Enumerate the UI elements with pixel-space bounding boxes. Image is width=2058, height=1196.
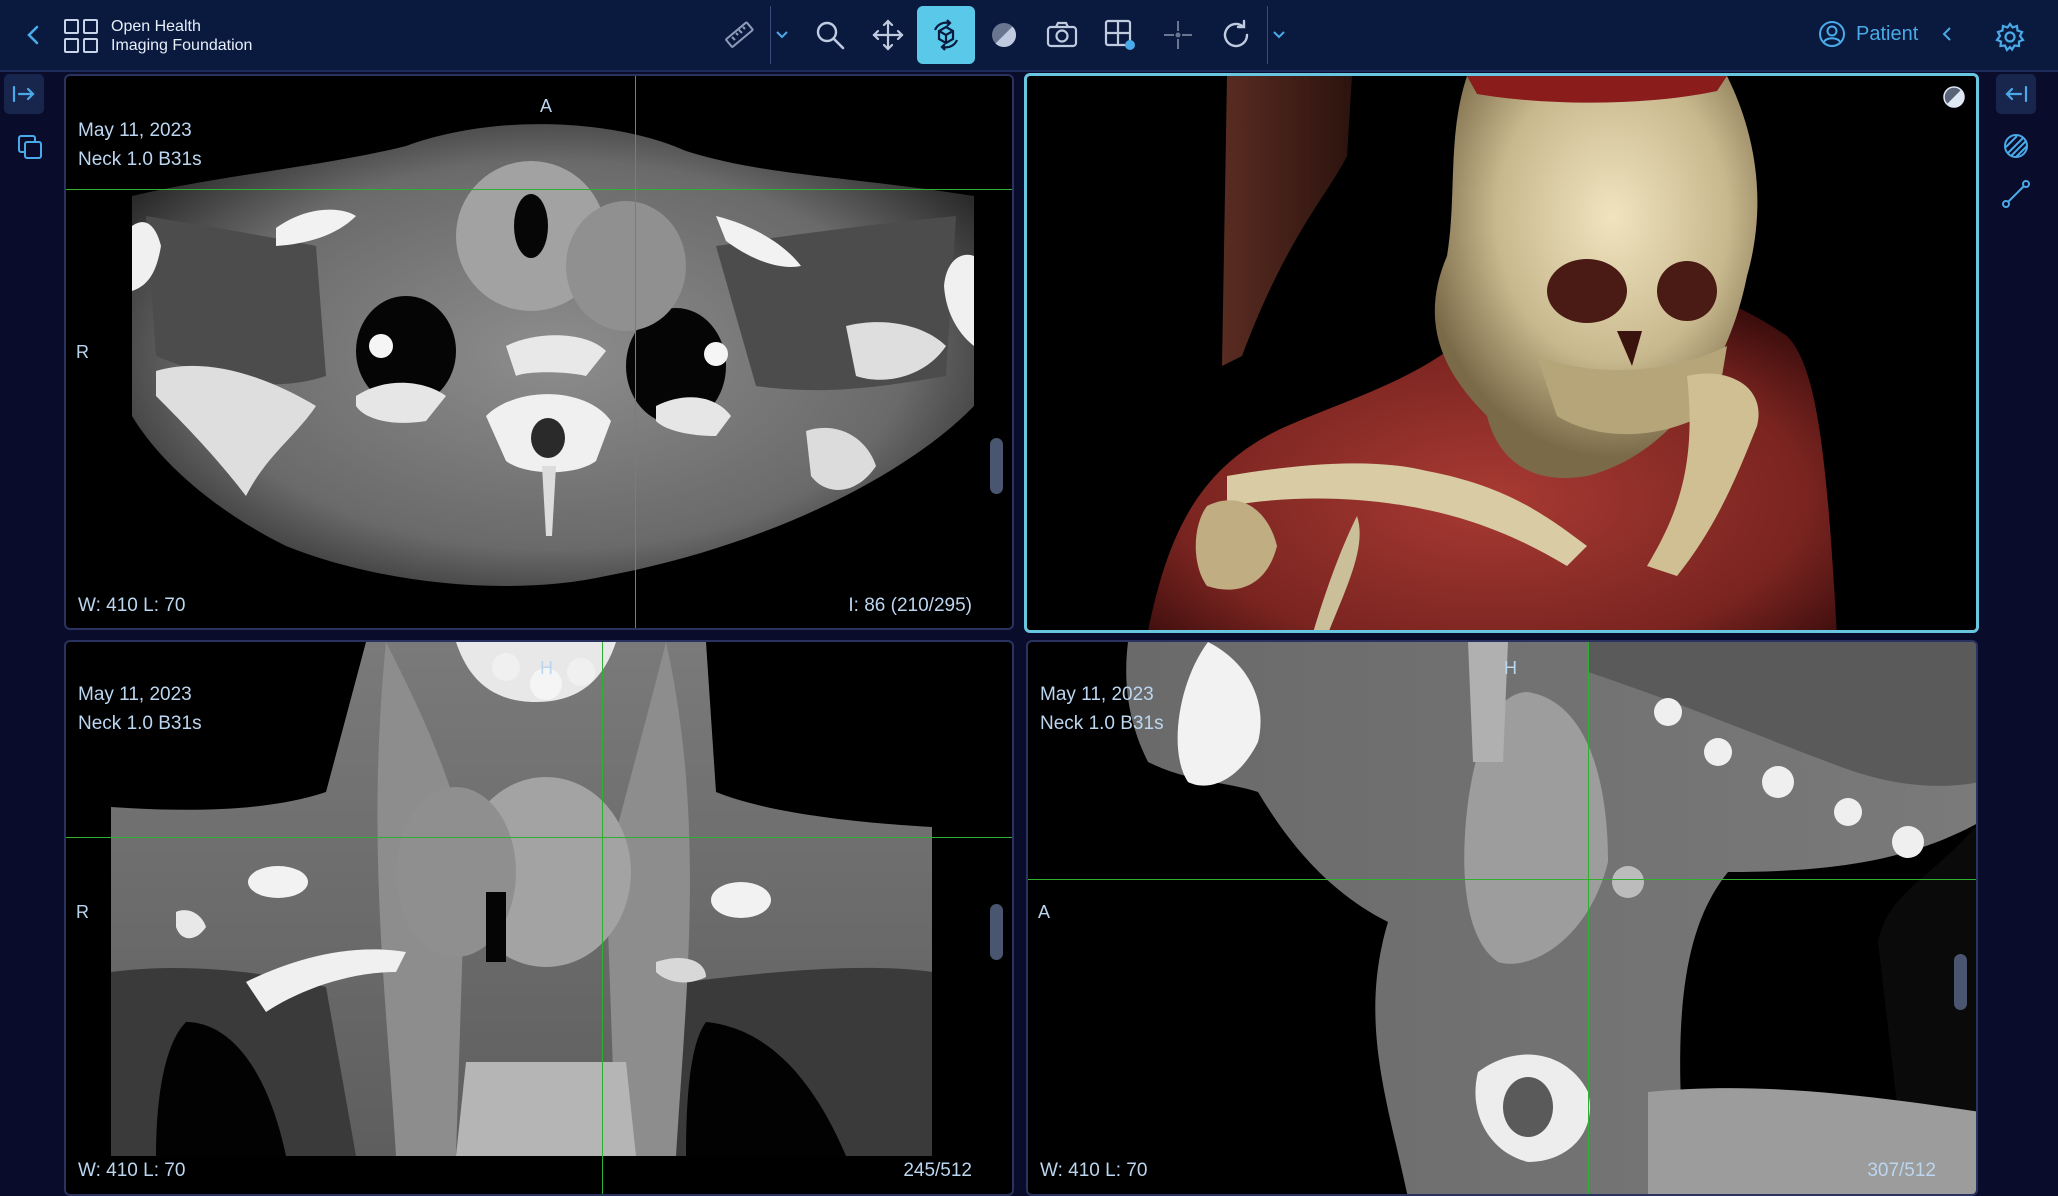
more-tools-chevron-icon[interactable]	[1267, 6, 1290, 64]
rotate-3d-icon[interactable]	[917, 6, 975, 64]
axial-ct-image	[132, 124, 974, 587]
study-date: May 11, 2023	[1040, 684, 1154, 705]
window-level: W: 410 L: 70	[1040, 1160, 1148, 1181]
orientation-marker-top: H	[1504, 658, 1517, 678]
reset-icon[interactable]	[1207, 6, 1265, 64]
crosshair-horizontal[interactable]	[1028, 879, 1976, 880]
series-description: Neck 1.0 B31s	[78, 713, 202, 734]
patient-label: Patient	[1856, 22, 1919, 45]
sagittal-ct-image	[1126, 642, 1976, 1194]
orientation-marker-top: A	[540, 96, 553, 116]
measurement-line-icon[interactable]	[1996, 174, 2036, 214]
viewport-coronal[interactable]: H R May 11, 2023 Neck 1.0 B31s W: 410 L:…	[64, 640, 1014, 1196]
crosshair-vertical[interactable]	[602, 642, 603, 1194]
crosshair-horizontal[interactable]	[66, 189, 1012, 190]
orientation-marker-left: R	[76, 902, 89, 922]
viewport-3d[interactable]	[1024, 73, 1979, 633]
crosshair-vertical[interactable]	[635, 76, 636, 628]
ruler-icon[interactable]	[710, 6, 768, 64]
viewport-axial[interactable]: A R May 11, 2023 Neck 1.0 B31s W: 410 L:…	[64, 74, 1014, 630]
left-side-panel	[0, 72, 58, 1196]
volume-render-image	[1148, 76, 1837, 630]
collapse-panel-icon[interactable]	[1996, 74, 2036, 114]
orientation-marker-left: A	[1038, 902, 1051, 922]
series-panel-icon[interactable]	[10, 127, 50, 167]
pan-icon[interactable]	[859, 6, 917, 64]
slice-scrollbar[interactable]	[1954, 954, 1967, 1010]
ruler-dropdown-chevron-icon[interactable]	[770, 6, 793, 64]
coronal-ct-image	[111, 642, 932, 1156]
top-bar: Open Health Imaging Foundation Patient	[0, 0, 2058, 72]
patient-icon	[1819, 21, 1845, 47]
series-description: Neck 1.0 B31s	[78, 149, 202, 170]
slice-scrollbar[interactable]	[990, 438, 1003, 494]
toolbar	[710, 6, 1290, 64]
back-chevron-icon[interactable]	[18, 17, 48, 53]
chevron-left-icon	[1942, 27, 1951, 41]
study-date: May 11, 2023	[78, 120, 192, 141]
crosshair-horizontal[interactable]	[66, 837, 1012, 838]
slice-index: I: 86 (210/295)	[848, 595, 972, 616]
app-logo: Open Health Imaging Foundation	[64, 17, 252, 55]
logo-grid-icon	[64, 19, 98, 53]
layout-icon[interactable]	[1091, 6, 1149, 64]
camera-icon[interactable]	[1033, 6, 1091, 64]
slice-index: 245/512	[903, 1160, 972, 1181]
window-level: W: 410 L: 70	[78, 595, 186, 616]
study-date: May 11, 2023	[78, 684, 192, 705]
right-side-panel	[1988, 72, 2058, 1196]
segmentation-icon[interactable]	[1996, 126, 2036, 166]
contrast-indicator-icon[interactable]	[1941, 84, 1969, 112]
orientation-marker-top: H	[540, 658, 553, 678]
app-title: Open Health Imaging Foundation	[111, 18, 253, 54]
contrast-icon[interactable]	[975, 6, 1033, 64]
crosshairs-icon[interactable]	[1149, 6, 1207, 64]
viewport-sagittal[interactable]: H A May 11, 2023 Neck 1.0 B31s W: 410 L:…	[1026, 640, 1978, 1196]
window-level: W: 410 L: 70	[78, 1160, 186, 1181]
slice-index: 307/512	[1867, 1160, 1936, 1181]
expand-panel-icon[interactable]	[4, 74, 44, 114]
orientation-marker-left: R	[76, 342, 89, 362]
series-description: Neck 1.0 B31s	[1040, 713, 1164, 734]
gear-icon[interactable]	[1990, 17, 2030, 57]
slice-scrollbar[interactable]	[990, 904, 1003, 960]
crosshair-vertical[interactable]	[1588, 642, 1589, 1194]
patient-info-toggle[interactable]: Patient	[1818, 20, 1964, 48]
zoom-icon[interactable]	[801, 6, 859, 64]
